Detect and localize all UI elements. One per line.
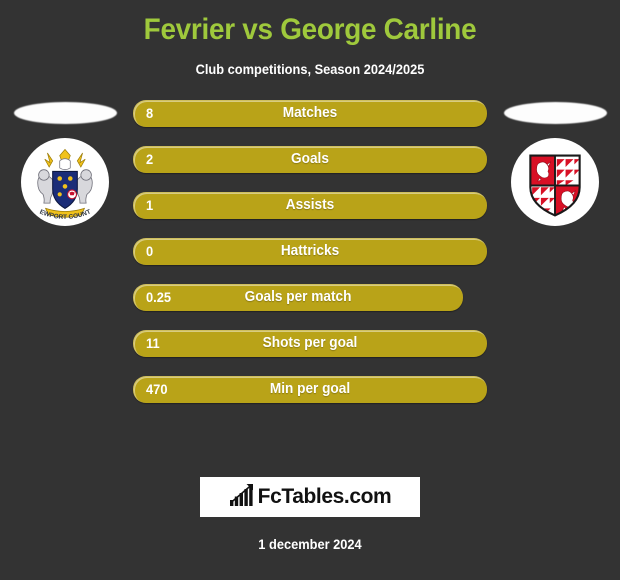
stat-label: Goals per match [244,289,352,305]
stat-row-hattricks: 0 Hattricks [133,238,487,265]
stat-label: Hattricks [280,243,340,259]
right-team-column [490,100,620,270]
chart-date: 1 december 2024 [258,537,362,552]
page-title: Fevrier vs George Carline [143,13,477,46]
stat-row-assists: 1 Assists [133,192,487,219]
stat-row-min-per-goal: 470 Min per goal [133,376,487,403]
stat-row-matches: 8 Matches [133,100,487,127]
left-team-column: NEWPORT COUNTY [0,100,130,270]
left-crest-highlight-ellipse [13,102,117,124]
comparison-area: NEWPORT COUNTY 8 Matches 2 Goals 1 Assis… [0,100,620,403]
fctables-logo[interactable]: FcTables.com [200,477,420,517]
stat-label: Shots per goal [262,335,358,351]
stat-row-shots-per-goal: 11 Shots per goal [133,330,487,357]
stat-label: Assists [285,197,335,213]
bar-chart-growth-icon [229,483,255,512]
stat-row-goals-per-match: 0.25 Goals per match [133,284,487,311]
fctables-logo-text: FcTables.com [257,485,392,508]
chart-footer: FcTables.com 1 december 2024 [0,477,620,580]
stat-label: Matches [282,105,338,121]
stat-row-goals: 2 Goals [133,146,487,173]
right-team-crest [511,138,599,226]
stat-label: Min per goal [269,381,351,397]
chart-header: Fevrier vs George Carline Club competiti… [0,0,620,78]
stat-rows-list: 8 Matches 2 Goals 1 Assists 0 Hattricks … [133,100,487,422]
left-team-crest: NEWPORT COUNTY [19,133,109,226]
chart-subtitle: Club competitions, Season 2024/2025 [195,62,425,77]
stat-label: Goals [291,151,329,167]
right-crest-highlight-ellipse [503,102,607,124]
